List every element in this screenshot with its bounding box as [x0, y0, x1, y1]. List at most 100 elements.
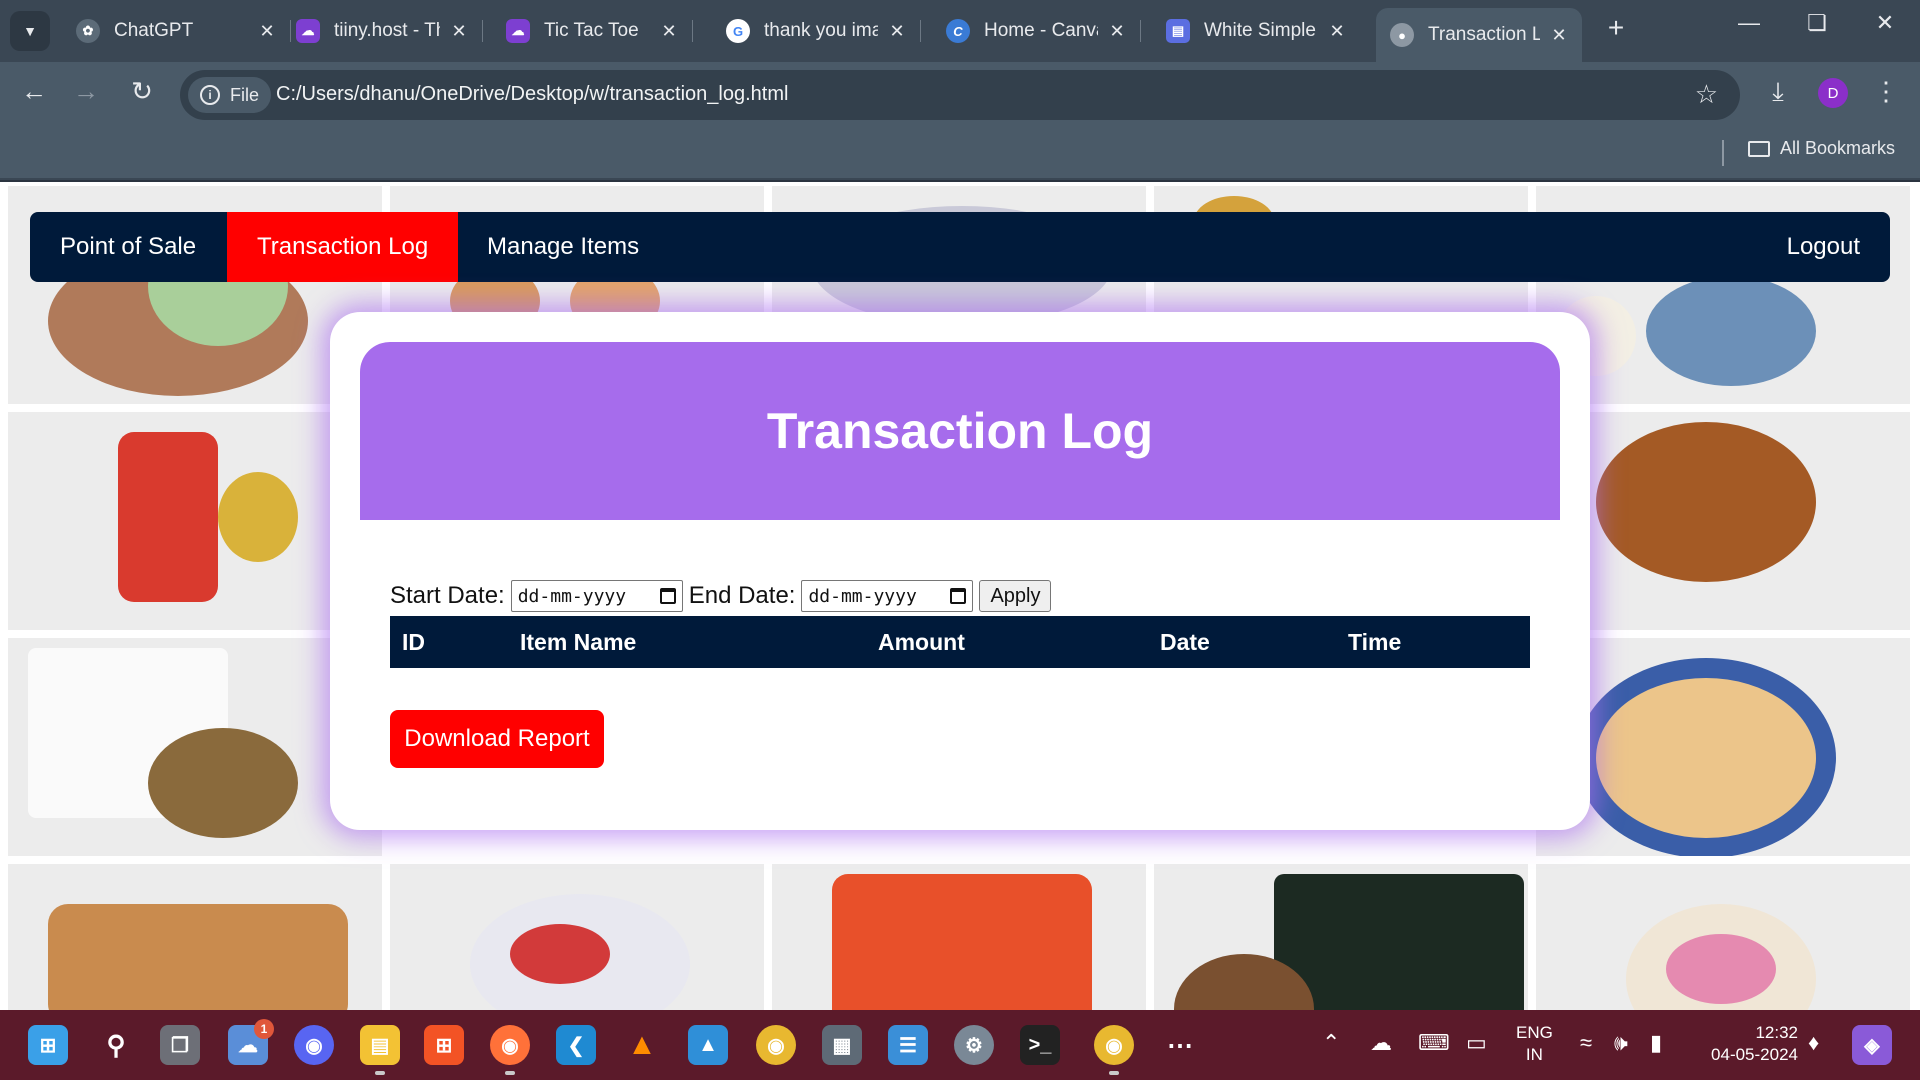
photos-icon[interactable]: ▲	[688, 1025, 728, 1065]
system-clock[interactable]: 12:32 04-05-2024	[1698, 1022, 1798, 1066]
site-info-label: File	[230, 84, 260, 105]
card-header: Transaction Log	[360, 342, 1560, 520]
apply-button[interactable]: Apply	[979, 580, 1052, 612]
page-title: Transaction Log	[766, 403, 1154, 459]
settings-gear-icon[interactable]: ⚙	[954, 1025, 994, 1065]
site-info-chip[interactable]: i File	[188, 77, 272, 113]
doc-icon: ▤	[1166, 19, 1190, 43]
start-date-label: Start Date:	[390, 582, 505, 609]
file-explorer-icon[interactable]: ▤	[360, 1025, 400, 1075]
column-header-date: Date	[1160, 628, 1210, 655]
close-icon[interactable]: ✕	[1328, 21, 1346, 42]
all-bookmarks-button[interactable]: All Bookmarks	[1748, 138, 1895, 159]
background-photo	[8, 864, 382, 1010]
close-window-button[interactable]: ✕	[1860, 10, 1910, 36]
tab-title: Transaction Lo	[1428, 24, 1540, 45]
bookmark-star-icon[interactable]: ☆	[1695, 79, 1718, 110]
calendar-icon[interactable]	[659, 588, 676, 604]
background-photo	[1154, 864, 1528, 1010]
chrome-icon[interactable]: ◉	[756, 1025, 796, 1065]
url-text[interactable]: C:/Users/dhanu/OneDrive/Desktop/w/transa…	[276, 83, 788, 106]
calculator-icon[interactable]: ▦	[822, 1025, 862, 1065]
start-date-input[interactable]: dd-mm-yyyy	[510, 580, 683, 612]
tab-title: Home - Canva	[984, 20, 1098, 41]
microsoft-store-icon[interactable]: ⊞	[424, 1025, 464, 1065]
nav-manage-items[interactable]: Manage Items	[457, 212, 669, 282]
nav-logout[interactable]: Logout	[1757, 212, 1890, 282]
info-icon: i	[200, 85, 220, 105]
vlc-icon[interactable]: ▲	[622, 1025, 662, 1065]
onedrive-cloud-icon[interactable]: ☁	[1370, 1030, 1392, 1056]
close-icon[interactable]: ✕	[450, 21, 468, 42]
download-report-button[interactable]: Download Report	[390, 710, 604, 768]
reload-button[interactable]: ↻	[122, 76, 162, 107]
background-photo	[772, 864, 1146, 1010]
menu-kebab-icon[interactable]: ⋮	[1866, 76, 1906, 107]
tiiny-icon: ☁	[506, 19, 530, 43]
transaction-table-header: ID Item Name Amount Date Time	[390, 616, 1530, 668]
close-icon[interactable]: ✕	[888, 21, 906, 42]
nav-transaction-log[interactable]: Transaction Log	[227, 212, 459, 282]
tab-white-simple[interactable]: ▤ White Simple ✕	[1152, 8, 1360, 54]
region-code: IN	[1525, 1045, 1543, 1064]
notification-bell-icon[interactable]: ♦	[1808, 1030, 1819, 1056]
restore-button[interactable]: ❏	[1792, 10, 1842, 36]
tab-search-button[interactable]: ▼	[10, 11, 50, 51]
tab-google[interactable]: G thank you ima ✕	[712, 8, 921, 54]
minimize-button[interactable]: —	[1724, 10, 1774, 36]
chrome-profile-icon[interactable]: ◉	[1094, 1025, 1134, 1075]
tab-canva[interactable]: C Home - Canva ✕	[932, 8, 1141, 54]
tablet-mode-icon[interactable]: ▭	[1466, 1030, 1487, 1056]
close-icon[interactable]: ✕	[660, 21, 678, 42]
wifi-icon[interactable]: ≈	[1580, 1030, 1592, 1056]
app-navbar: Point of Sale Transaction Log Manage Ite…	[30, 212, 1890, 282]
all-bookmarks-label: All Bookmarks	[1780, 138, 1896, 158]
notepad-icon[interactable]: ☰	[888, 1025, 928, 1065]
tab-title: White Simple	[1204, 20, 1316, 41]
battery-icon[interactable]: ▮	[1650, 1030, 1662, 1056]
search-icon[interactable]: ⚲	[96, 1025, 136, 1065]
teams-chat-icon[interactable]: ◉	[294, 1025, 334, 1065]
chevron-down-icon: ▼	[23, 23, 37, 39]
close-icon[interactable]: ✕	[1108, 21, 1126, 42]
end-date-input[interactable]: dd-mm-yyyy	[801, 580, 974, 612]
end-date-placeholder: dd-mm-yyyy	[808, 585, 917, 607]
start-windows-icon[interactable]: ⊞	[28, 1025, 68, 1065]
close-icon[interactable]: ✕	[258, 21, 276, 42]
tab-transaction-log[interactable]: ● Transaction Lo ✕	[1376, 8, 1582, 62]
task-view-icon[interactable]: ❐	[160, 1025, 200, 1065]
chatgpt-icon: ✿	[76, 19, 100, 43]
vscode-icon[interactable]: ❮	[556, 1025, 596, 1065]
start-date-placeholder: dd-mm-yyyy	[517, 585, 627, 607]
calendar-icon[interactable]	[950, 588, 967, 604]
download-icon[interactable]: ⤓	[1758, 76, 1798, 108]
nav-point-of-sale[interactable]: Point of Sale	[30, 212, 226, 282]
forward-button[interactable]: →	[66, 76, 106, 107]
tab-tiiny-host[interactable]: ☁ tiiny.host - The ✕	[282, 8, 483, 54]
more-apps-icon[interactable]: ⋯	[1160, 1025, 1200, 1065]
language-code: ENG	[1516, 1023, 1553, 1042]
chevron-up-icon[interactable]: ⌃	[1322, 1030, 1340, 1056]
keyboard-icon[interactable]: ⌨	[1418, 1030, 1450, 1056]
new-tab-button[interactable]: +	[1598, 12, 1634, 44]
address-bar[interactable]: i File C:/Users/dhanu/OneDrive/Desktop/w…	[180, 70, 1740, 120]
tab-title: ChatGPT	[114, 20, 194, 41]
back-button[interactable]: ←	[14, 76, 54, 107]
canva-icon: C	[946, 19, 970, 43]
firefox-icon[interactable]: ◉	[490, 1025, 530, 1075]
terminal-icon[interactable]: >_	[1020, 1025, 1060, 1065]
copilot-icon[interactable]: ◈	[1852, 1025, 1892, 1065]
background-photo	[1536, 412, 1910, 630]
tiiny-icon: ☁	[296, 19, 320, 43]
transaction-log-card: Transaction Log Start Date: dd-mm-yyyy E…	[330, 312, 1590, 830]
column-header-id: ID	[402, 628, 425, 655]
tab-chatgpt[interactable]: ✿ ChatGPT ✕	[62, 8, 291, 54]
tab-tic-tac-toe[interactable]: ☁ Tic Tac Toe ✕	[492, 8, 693, 54]
volume-icon[interactable]: 🕪	[1614, 1030, 1628, 1056]
column-header-item-name: Item Name	[520, 628, 637, 655]
language-indicator[interactable]: ENG IN	[1516, 1022, 1553, 1066]
close-icon[interactable]: ✕	[1550, 25, 1568, 46]
widgets-icon[interactable]: ☁ 1	[228, 1019, 274, 1065]
background-photo	[8, 638, 382, 856]
profile-avatar[interactable]: D	[1818, 78, 1848, 108]
